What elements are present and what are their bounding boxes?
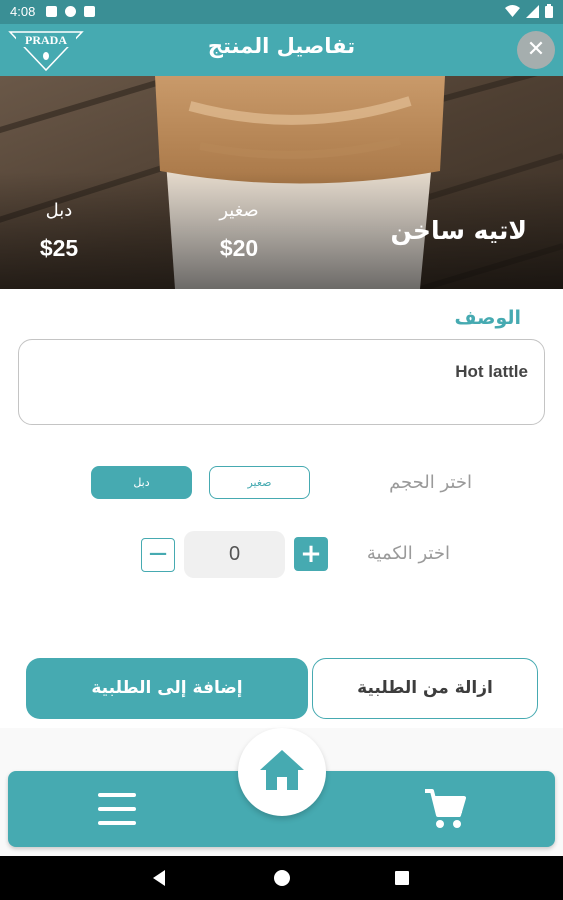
page-title: تفاصيل المنتج — [207, 34, 356, 58]
notification-icon — [65, 6, 76, 17]
remove-from-order-button[interactable]: ازالة من الطلبية — [312, 658, 538, 719]
price-size-label: دبل — [45, 200, 73, 221]
app-bar: PRADA تفاصيل المنتج ✕ — [0, 24, 563, 76]
cart-icon[interactable] — [421, 785, 469, 833]
description-label: الوصف — [454, 307, 521, 329]
status-time: 4:08 — [10, 4, 36, 19]
description-box: Hot lattle — [18, 339, 545, 425]
menu-icon[interactable] — [98, 793, 138, 827]
home-icon — [260, 750, 304, 790]
price-value: $25 — [39, 235, 79, 261]
status-bar: 4:08 — [0, 0, 563, 24]
wifi-icon — [505, 4, 520, 17]
close-button[interactable]: ✕ — [517, 31, 555, 69]
description-text: Hot lattle — [455, 362, 528, 381]
home-button[interactable] — [238, 728, 326, 816]
product-name: لاتيه ساخن — [390, 216, 527, 245]
back-icon[interactable] — [153, 870, 165, 886]
price-size-label: صغير — [219, 200, 259, 221]
price-small: صغير $20 — [210, 200, 268, 262]
home-circle-icon[interactable] — [274, 870, 290, 886]
quantity-increase-button[interactable]: + — [294, 537, 328, 571]
add-to-order-button[interactable]: إضافة إلى الطلبية — [26, 658, 308, 719]
notification-icon — [46, 6, 57, 17]
system-navigation-bar — [0, 856, 563, 900]
quantity-label: اختر الكمية — [366, 543, 450, 564]
battery-icon — [545, 4, 553, 18]
notification-icon — [84, 6, 95, 17]
quantity-decrease-button[interactable]: − — [141, 538, 175, 572]
quantity-value: 0 — [184, 531, 285, 578]
signal-icon — [526, 4, 539, 18]
product-image: لاتيه ساخن صغير $20 دبل $25 — [0, 76, 563, 289]
close-icon: ✕ — [526, 37, 546, 62]
recent-apps-icon[interactable] — [395, 871, 409, 885]
price-value: $20 — [219, 235, 259, 261]
size-label: اختر الحجم — [389, 472, 472, 493]
size-option-small[interactable]: صغير — [209, 466, 310, 499]
size-option-double[interactable]: دبل — [91, 466, 192, 499]
system-icons — [505, 4, 553, 18]
price-double: دبل $25 — [32, 200, 86, 262]
